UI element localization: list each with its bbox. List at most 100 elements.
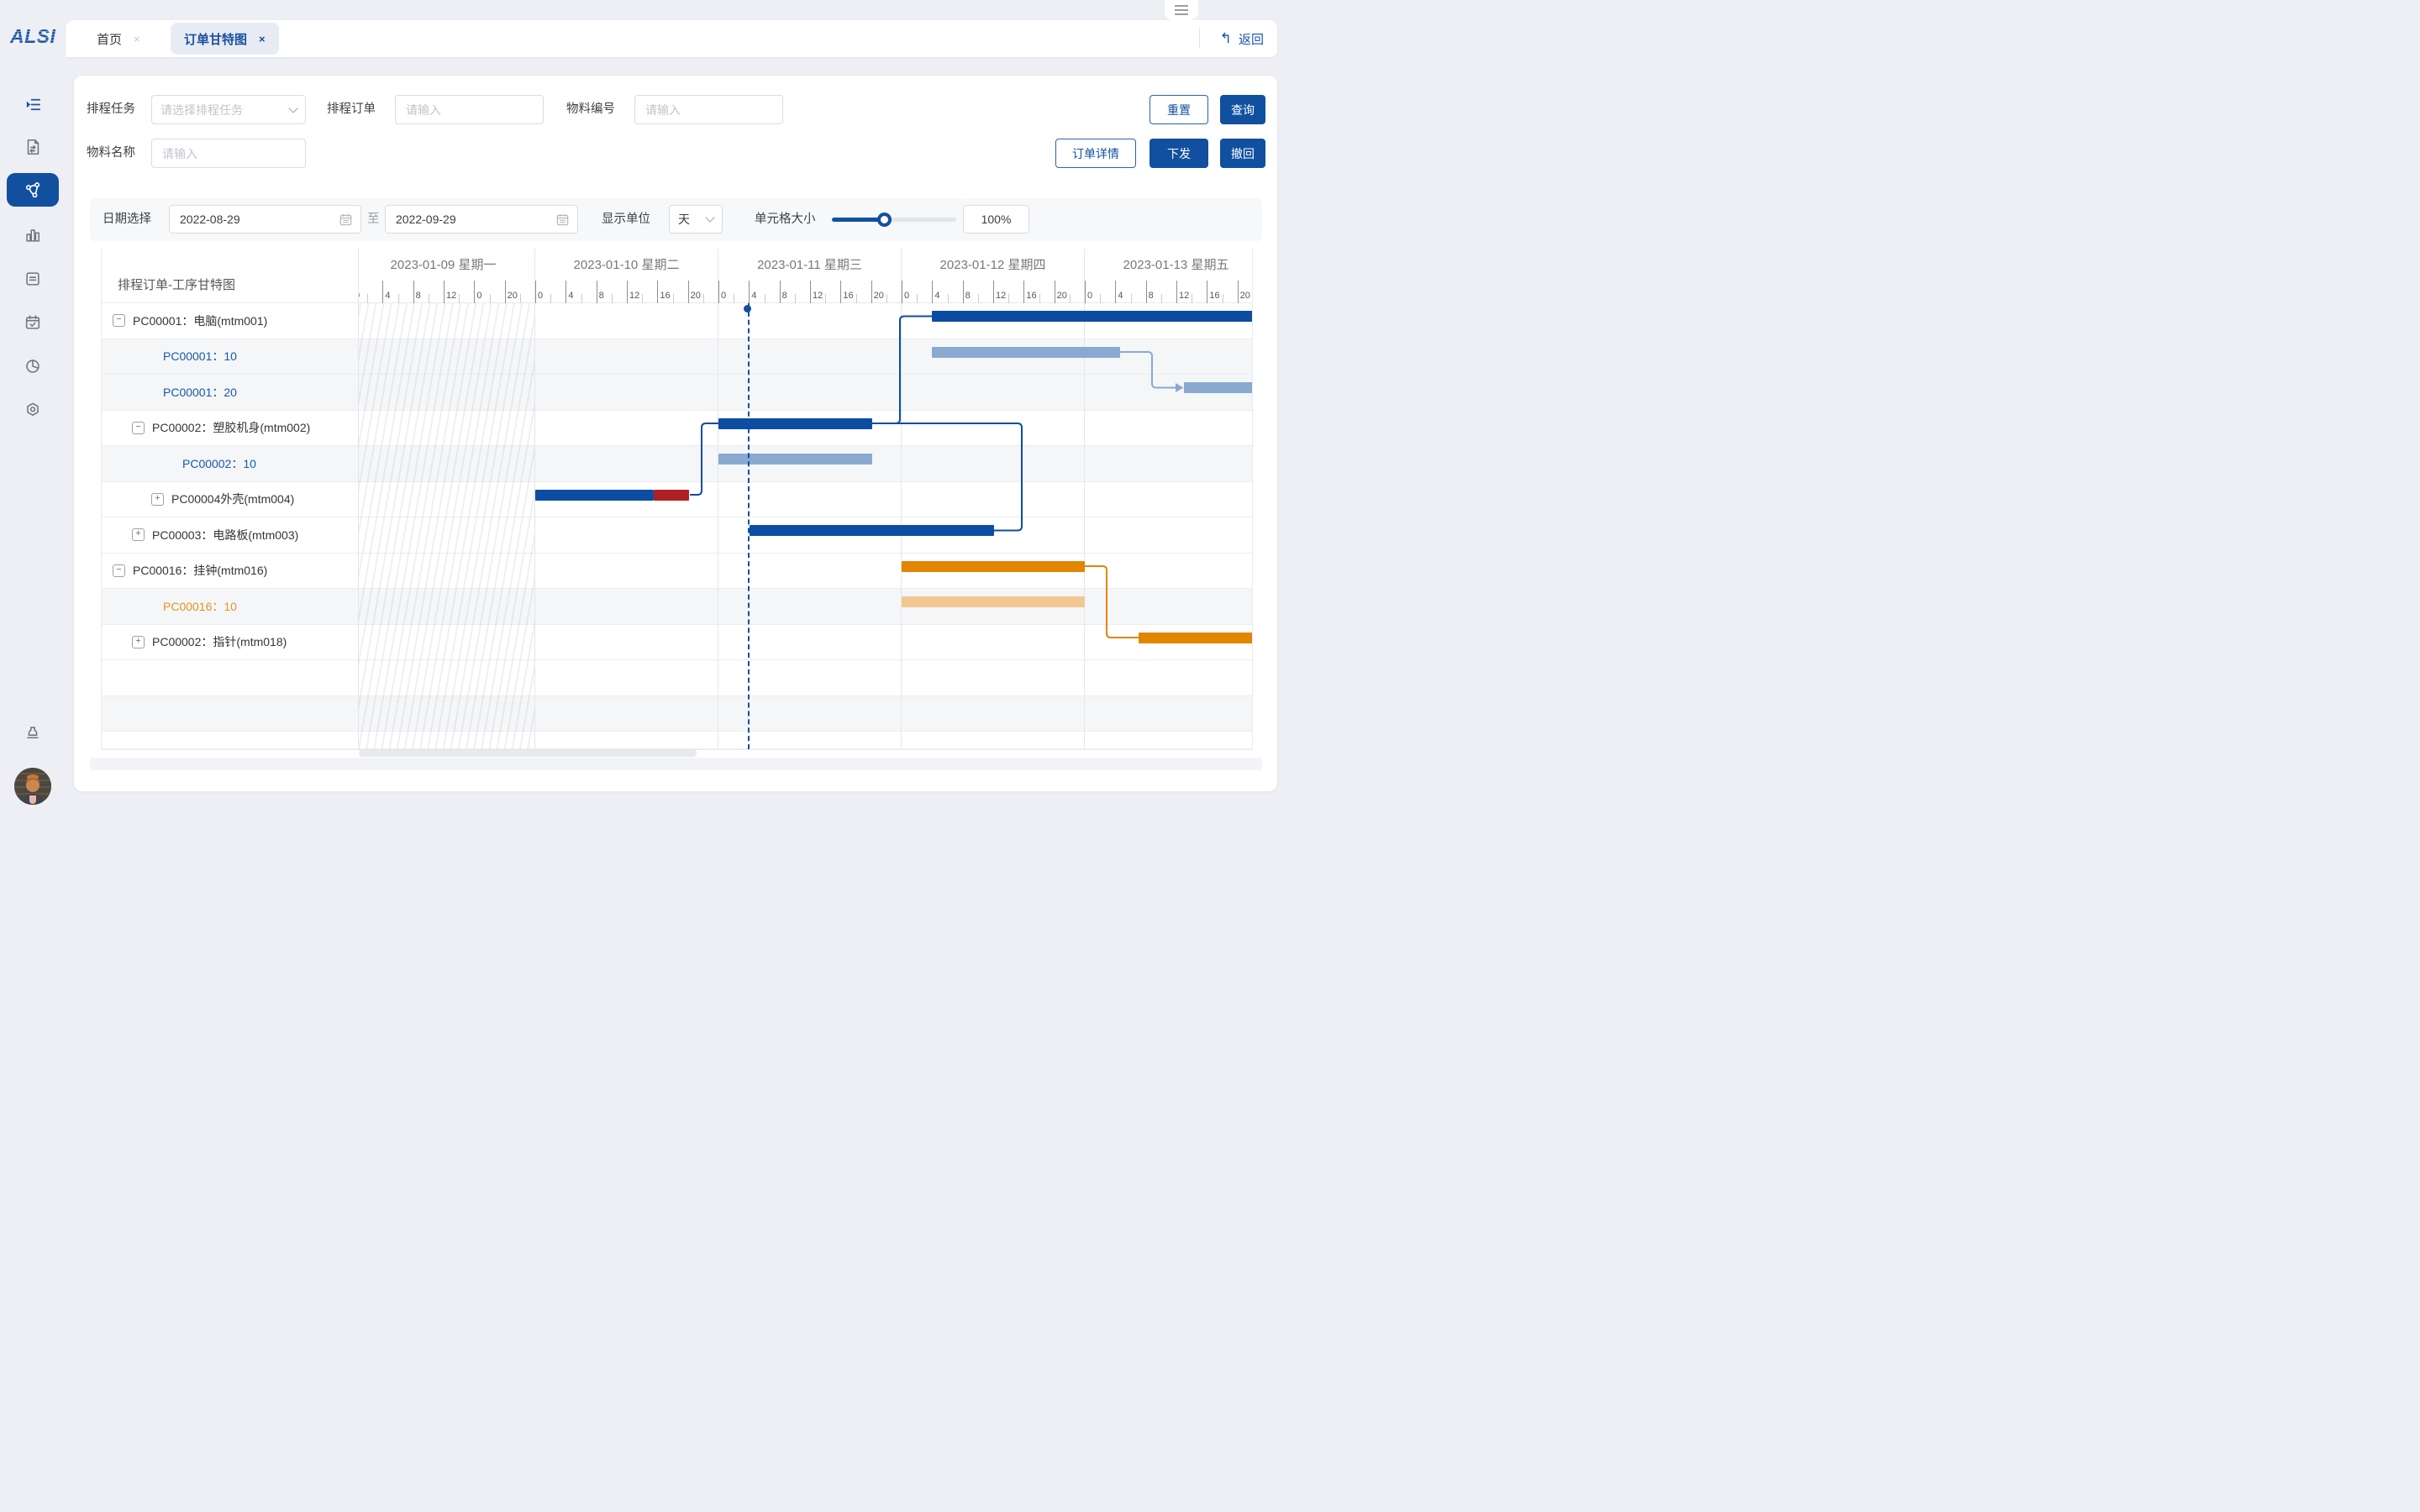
query-button[interactable]: 查询 xyxy=(1220,95,1265,124)
day-column xyxy=(535,303,718,749)
back-button[interactable]: ↰ 返回 xyxy=(1220,20,1264,57)
gantt-bar[interactable] xyxy=(654,490,690,501)
hour-tick-minor xyxy=(520,294,521,303)
sidebar-item-share-network[interactable] xyxy=(7,173,59,207)
sidebar-item-menu-collapse[interactable] xyxy=(7,87,59,121)
gantt-bar[interactable] xyxy=(902,596,1085,607)
collapse-icon[interactable]: − xyxy=(113,564,125,577)
tree-row-label: PC00001：10 xyxy=(151,348,237,365)
hour-tick-minor xyxy=(825,294,826,303)
gantt-bar[interactable] xyxy=(1139,633,1252,643)
hour-tick-label: 0 xyxy=(538,291,543,301)
hour-tick-minor xyxy=(459,294,460,303)
task-select[interactable]: 请选择排程任务 xyxy=(151,95,306,124)
day-column-header: 2023-01-09 星期一04812020 xyxy=(359,249,535,303)
tree-row-12 xyxy=(102,696,358,732)
sidebar-item-calendar-check[interactable] xyxy=(7,306,59,339)
hamburger-menu-icon[interactable] xyxy=(1165,0,1198,20)
gantt-bar[interactable] xyxy=(718,454,872,465)
avatar[interactable] xyxy=(14,768,51,805)
cell-size-slider[interactable] xyxy=(832,218,956,222)
sidebar-item-pie-chart[interactable] xyxy=(7,349,59,383)
revoke-button[interactable]: 撤回 xyxy=(1220,139,1265,168)
expand-icon[interactable]: + xyxy=(151,493,164,506)
hour-tick-label: 8 xyxy=(599,291,604,301)
tree-row-label: PC00004外壳(mtm004) xyxy=(171,491,294,507)
tree-row-11 xyxy=(102,660,358,696)
tree-row-label: PC00003：电路板(mtm003) xyxy=(152,527,298,543)
tab-close-icon[interactable]: × xyxy=(134,33,140,45)
hour-tick-major xyxy=(1023,281,1024,303)
calendar-icon[interactable] xyxy=(339,213,352,226)
tree-row-4[interactable]: −PC00002：塑胶机身(mtm002) xyxy=(102,411,358,447)
slider-handle[interactable] xyxy=(877,213,892,227)
tree-row-9[interactable]: PC00016：10 xyxy=(102,589,358,625)
gantt-bar[interactable] xyxy=(535,490,654,501)
order-detail-button[interactable]: 订单详情 xyxy=(1055,139,1136,168)
day-label: 2023-01-11 星期三 xyxy=(718,255,901,273)
sidebar-item-bar-chart[interactable] xyxy=(7,218,59,252)
hour-tick-label: 12 xyxy=(996,291,1006,301)
tree-row-1[interactable]: −PC00001：电脑(mtm001) xyxy=(102,303,358,339)
gantt-bar[interactable] xyxy=(932,347,1119,358)
collapse-icon[interactable]: − xyxy=(132,422,145,434)
tree-row-7[interactable]: + PC00003：电路板(mtm003) xyxy=(102,517,358,554)
hour-tick-minor xyxy=(490,294,491,303)
date-start-input[interactable] xyxy=(178,212,339,227)
dispatch-button[interactable]: 下发 xyxy=(1150,139,1208,168)
hour-tick-minor xyxy=(550,294,551,303)
hour-tick-minor xyxy=(642,294,643,303)
sidebar-item-clipboard[interactable] xyxy=(7,262,59,296)
hour-tick-minor xyxy=(795,294,796,303)
calendar-icon[interactable] xyxy=(556,213,569,226)
gantt-bar[interactable] xyxy=(750,525,994,536)
hour-tick-label: 16 xyxy=(843,291,853,301)
material-code-input[interactable] xyxy=(644,102,774,118)
tree-row-2[interactable]: PC00001：10 xyxy=(102,339,358,375)
tree-row-10[interactable]: +PC00002：指针(mtm018) xyxy=(102,625,358,661)
hour-tick-label: 4 xyxy=(385,291,390,301)
unit-value: 天 xyxy=(678,211,690,228)
hour-tick-label: 0 xyxy=(904,291,909,301)
order-input[interactable] xyxy=(404,102,534,118)
hour-tick-label: 16 xyxy=(1209,291,1219,301)
material-name-input[interactable] xyxy=(160,146,297,161)
date-end-input[interactable] xyxy=(394,212,556,227)
day-label: 2023-01-13 星期五 xyxy=(1085,255,1252,273)
hour-tick-label: 12 xyxy=(629,291,639,301)
tab-order-gantt[interactable]: 订单甘特图× xyxy=(171,23,279,55)
gantt-bottom-strip xyxy=(90,758,1262,770)
tree-row-3[interactable]: PC00001：20 xyxy=(102,375,358,411)
tree-row-label: PC00002：塑胶机身(mtm002) xyxy=(152,419,310,436)
collapse-icon[interactable]: − xyxy=(113,314,125,327)
tree-row-5[interactable]: PC00002：10 xyxy=(102,446,358,482)
reset-button[interactable]: 重置 xyxy=(1150,95,1208,124)
unit-select[interactable]: 天 xyxy=(669,205,723,234)
sidebar-item-gear[interactable] xyxy=(7,393,59,427)
tree-row-8[interactable]: −PC00016：挂钟(mtm016) xyxy=(102,554,358,590)
date-to-label: 至 xyxy=(367,205,380,234)
tab-close-icon[interactable]: × xyxy=(259,33,266,45)
hour-tick-major xyxy=(1085,281,1086,303)
sidebar-item-stamp[interactable] xyxy=(7,716,59,749)
expand-icon[interactable]: + xyxy=(132,528,145,541)
tab-home[interactable]: 首页× xyxy=(83,23,154,55)
gantt-bar[interactable] xyxy=(902,561,1085,572)
sidebar-item-document-transfer[interactable] xyxy=(7,130,59,164)
gantt-panel-header: 排程订单-工序甘特图 xyxy=(102,249,358,303)
bar-chart-icon xyxy=(24,226,42,244)
horizontal-scrollbar-thumb[interactable] xyxy=(359,749,697,757)
gantt-bar[interactable] xyxy=(932,311,1252,322)
tree-row-6[interactable]: + PC00004外壳(mtm004) xyxy=(102,482,358,518)
gantt-bar[interactable] xyxy=(718,418,872,429)
hour-tick-major xyxy=(382,281,383,303)
expand-icon[interactable]: + xyxy=(132,636,145,648)
hour-tick-minor xyxy=(581,294,582,303)
gantt-bar[interactable] xyxy=(1184,382,1252,393)
hour-tick-label: 20 xyxy=(874,291,884,301)
hour-tick-label: 20 xyxy=(1057,291,1067,301)
hour-tick-minor xyxy=(1039,294,1040,303)
hour-tick-minor xyxy=(1161,294,1162,303)
hour-tick-major xyxy=(718,281,719,303)
day-column-header: 2023-01-13 星期五048121620 xyxy=(1085,249,1252,303)
